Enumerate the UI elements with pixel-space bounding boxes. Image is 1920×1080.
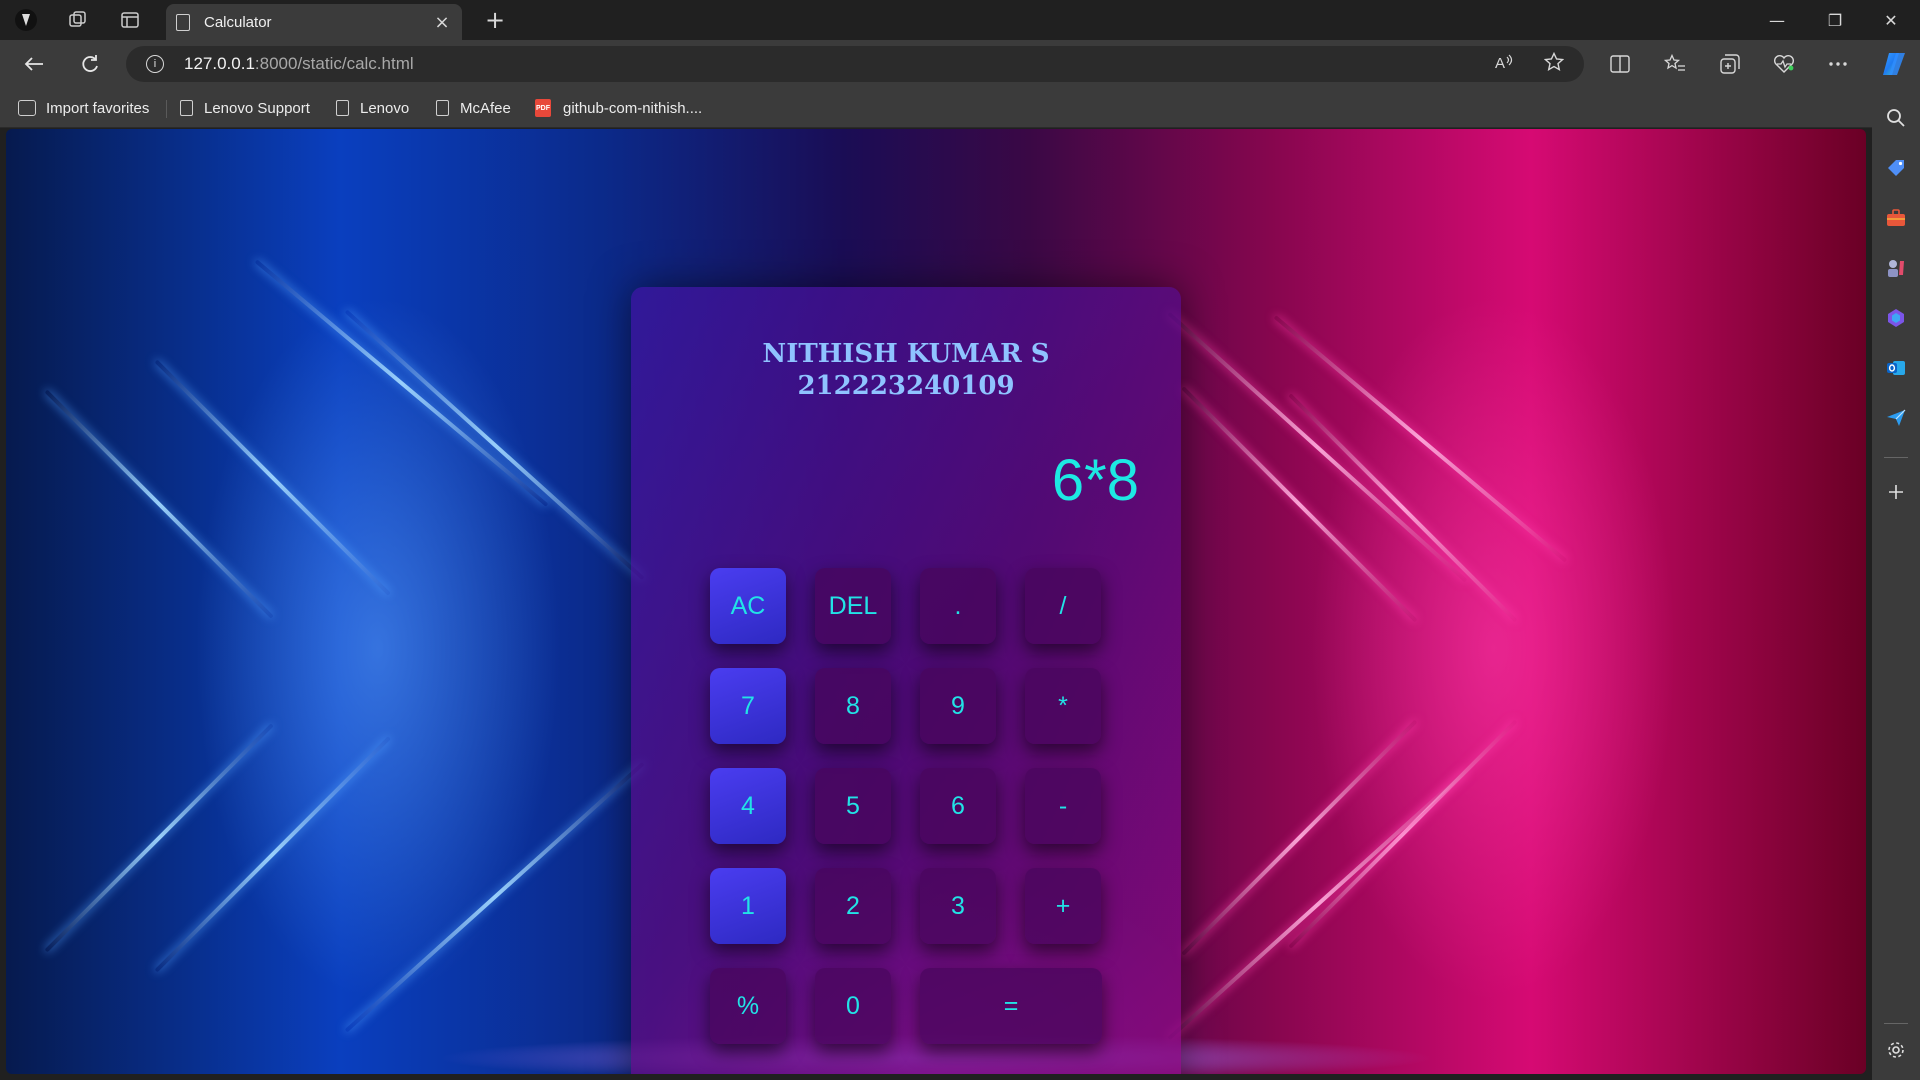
key-3[interactable]: 3 xyxy=(920,868,996,944)
tab-actions-icon[interactable] xyxy=(116,6,144,34)
favorite-mcafee[interactable]: McAfee xyxy=(436,96,511,120)
favorite-label: Import favorites xyxy=(46,99,150,117)
new-tab-button[interactable]: + xyxy=(478,4,512,36)
games-icon[interactable] xyxy=(1880,252,1912,284)
key-9[interactable]: 9 xyxy=(920,668,996,744)
send-icon[interactable] xyxy=(1880,402,1912,434)
outlook-icon[interactable] xyxy=(1880,352,1912,384)
key-equals[interactable]: = xyxy=(920,968,1102,1044)
title-bar: Calculator × + — ❐ ✕ xyxy=(0,0,1920,40)
url-host: 127.0.0.1 xyxy=(184,54,255,73)
profile-avatar-icon[interactable] xyxy=(12,6,40,34)
browser-essentials-icon[interactable] xyxy=(1766,48,1802,80)
back-button[interactable] xyxy=(16,48,52,80)
key-2[interactable]: 2 xyxy=(815,868,891,944)
favorite-import[interactable]: Import favorites xyxy=(18,96,149,120)
key-6[interactable]: 6 xyxy=(920,768,996,844)
edge-sidebar xyxy=(1872,88,1920,1080)
favorites-icon[interactable] xyxy=(1657,48,1693,80)
key-minus[interactable]: - xyxy=(1025,768,1101,844)
favorite-label: Lenovo xyxy=(360,99,410,117)
key-0[interactable]: 0 xyxy=(815,968,891,1044)
import-icon xyxy=(18,100,36,116)
pdf-icon: PDF xyxy=(535,99,551,117)
key-7[interactable]: 7 xyxy=(710,668,786,744)
shopping-tag-icon[interactable] xyxy=(1880,152,1912,184)
add-icon[interactable] xyxy=(1880,476,1912,508)
minimize-button[interactable]: — xyxy=(1748,0,1806,40)
search-icon[interactable] xyxy=(1880,102,1912,134)
key-8[interactable]: 8 xyxy=(815,668,891,744)
favorite-label: Lenovo Support xyxy=(204,99,310,117)
copilot-sidebar-icon[interactable] xyxy=(1880,302,1912,334)
favorite-lenovo-support[interactable]: Lenovo Support xyxy=(180,96,310,120)
author-id: 212223240109 xyxy=(797,371,1015,401)
svg-text:A: A xyxy=(1495,55,1505,71)
favorite-github-pdf[interactable]: PDF github-com-nithish.... xyxy=(535,96,702,120)
favorites-bar: Import favorites Lenovo Support Lenovo M… xyxy=(0,88,1920,128)
page-icon xyxy=(336,100,349,116)
favorite-star-icon[interactable] xyxy=(1540,48,1568,76)
sidebar-divider xyxy=(1884,1023,1908,1024)
key-5[interactable]: 5 xyxy=(815,768,891,844)
key-4[interactable]: 4 xyxy=(710,768,786,844)
more-options-icon[interactable] xyxy=(1820,48,1856,80)
page-icon xyxy=(436,100,449,116)
tools-icon[interactable] xyxy=(1880,202,1912,234)
navigation-bar: i 127.0.0.1:8000/static/calc.html A xyxy=(0,40,1920,88)
favorites-divider xyxy=(166,100,167,118)
restore-button[interactable]: ❐ xyxy=(1806,0,1864,40)
key-multiply[interactable]: * xyxy=(1025,668,1101,744)
collections-icon[interactable] xyxy=(1712,48,1748,80)
key-1[interactable]: 1 xyxy=(710,868,786,944)
key-divide[interactable]: / xyxy=(1025,568,1101,644)
split-screen-icon[interactable] xyxy=(1602,48,1638,80)
refresh-button[interactable] xyxy=(72,48,108,80)
page-icon xyxy=(176,13,190,31)
address-bar[interactable]: i 127.0.0.1:8000/static/calc.html xyxy=(126,46,1584,82)
calculator-display: 6*8 xyxy=(1051,448,1139,513)
page-viewport: NITHISH KUMAR S 212223240109 6*8 AC DEL … xyxy=(6,129,1866,1074)
read-aloud-icon[interactable]: A xyxy=(1490,48,1518,76)
favorite-label: McAfee xyxy=(460,99,511,117)
page-icon xyxy=(180,100,193,116)
author-name: NITHISH KUMAR S xyxy=(762,339,1050,369)
copilot-icon[interactable] xyxy=(1876,48,1912,80)
sidebar-divider xyxy=(1884,457,1908,458)
workspaces-icon[interactable] xyxy=(64,6,92,34)
favorite-lenovo[interactable]: Lenovo xyxy=(336,96,409,120)
favorite-label: github-com-nithish.... xyxy=(563,99,703,117)
settings-icon[interactable] xyxy=(1880,1034,1912,1066)
key-plus[interactable]: + xyxy=(1025,868,1101,944)
calculator-card: NITHISH KUMAR S 212223240109 6*8 AC DEL … xyxy=(631,287,1181,1074)
url-path: :8000/static/calc.html xyxy=(254,54,414,73)
tab-calculator[interactable]: Calculator × xyxy=(166,4,462,40)
tab-title: Calculator xyxy=(204,13,272,31)
tab-close-icon[interactable]: × xyxy=(432,12,452,33)
key-percent[interactable]: % xyxy=(710,968,786,1044)
key-del[interactable]: DEL xyxy=(815,568,891,644)
key-ac[interactable]: AC xyxy=(710,568,786,644)
site-info-icon[interactable]: i xyxy=(146,55,164,73)
key-decimal[interactable]: . xyxy=(920,568,996,644)
close-window-button[interactable]: ✕ xyxy=(1862,0,1920,40)
